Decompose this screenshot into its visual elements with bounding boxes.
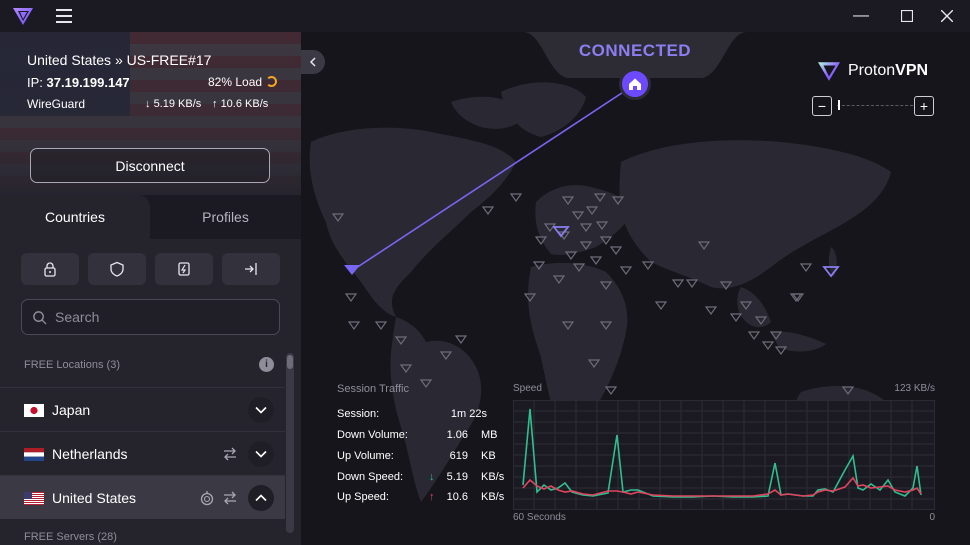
scrollbar-thumb[interactable] [287, 355, 293, 369]
speed-chart-x-left: 60 Seconds [513, 512, 566, 523]
upload-value: 10.6 KB/s [220, 98, 269, 110]
download-value: 5.19 KB/s [153, 98, 202, 110]
load-ring-icon [266, 76, 278, 87]
zoom-slider[interactable] [837, 105, 913, 107]
flag-nl [24, 448, 44, 461]
arrow-up-icon: ↑ [212, 98, 218, 110]
load-label: 82% Load [208, 75, 263, 89]
lock-icon [44, 262, 56, 277]
split-tunnel-icon [245, 263, 257, 275]
free-locations-header: FREE Locations (3) [24, 359, 120, 371]
tab-bar: Countries Profiles [0, 195, 301, 239]
chevron-down-icon[interactable] [248, 397, 274, 423]
app-window: — United States » US-FREE#17 IP: 37.19.1… [0, 0, 970, 545]
search-icon [33, 310, 47, 325]
proton-vpn-logo: ProtonVPN [816, 60, 928, 82]
tor-icon [200, 491, 214, 506]
down-volume-unit: MB [481, 429, 498, 441]
p2p-filter-button[interactable] [155, 253, 213, 285]
down-volume-label: Down Volume: [337, 429, 408, 441]
up-speed-value: 10.6 [446, 491, 468, 503]
collapse-sidebar-button[interactable] [301, 50, 325, 74]
netshield-filter-button[interactable] [88, 253, 146, 285]
down-speed-label: Down Speed: [337, 471, 404, 483]
session-value: 1m 22s [450, 408, 487, 420]
country-row-netherlands[interactable]: Netherlands [0, 431, 285, 475]
tor-filter-button[interactable] [222, 253, 280, 285]
disconnect-button[interactable]: Disconnect [30, 148, 270, 183]
up-speed-label: Up Speed: [337, 491, 389, 503]
connection-card: United States » US-FREE#17 IP: 37.19.199… [0, 32, 301, 195]
country-row-united-states[interactable]: United States [0, 475, 285, 519]
flag-jp [24, 404, 44, 417]
info-icon[interactable]: i [259, 357, 274, 372]
country-name: Netherlands [52, 446, 128, 462]
search-input[interactable]: Search [21, 299, 280, 335]
brand-name: ProtonVPN [848, 62, 928, 80]
brand-proton: Proton [848, 62, 896, 79]
secure-core-filter-button[interactable] [21, 253, 79, 285]
zoom-out-button[interactable]: − [812, 96, 832, 116]
home-marker-icon[interactable] [619, 68, 651, 100]
shield-icon [110, 261, 124, 277]
flag-us [24, 492, 44, 505]
torrent-icon [178, 262, 190, 276]
up-volume-label: Up Volume: [337, 450, 394, 462]
minimize-icon[interactable]: — [838, 0, 884, 32]
arrow-down-icon: ↓ [145, 98, 151, 110]
download-speed: ↓ 5.19 KB/s [145, 98, 201, 110]
zoom-slider-handle[interactable] [838, 100, 840, 110]
down-speed-unit: KB/s [481, 471, 505, 483]
country-name: Japan [52, 402, 91, 418]
up-volume-unit: KB [481, 450, 496, 462]
menu-icon[interactable] [56, 9, 72, 23]
ip-label: IP: [27, 75, 43, 90]
scrollbar[interactable] [286, 353, 294, 533]
close-icon[interactable] [924, 0, 970, 32]
protocol-label: WireGuard [27, 97, 86, 111]
server-load: 82% Load [208, 75, 278, 89]
up-volume-value: 619 [449, 450, 468, 462]
down-speed-value: 5.19 [446, 471, 468, 483]
up-speed-unit: KB/s [481, 491, 505, 503]
zoom-in-button[interactable]: + [914, 96, 934, 116]
p2p-icon [224, 447, 236, 461]
proton-logo-icon [13, 8, 33, 25]
chevron-left-icon [309, 57, 316, 67]
country-name: United States [52, 490, 137, 506]
country-row-japan[interactable]: Japan [0, 387, 285, 431]
speed-chart [513, 400, 935, 510]
free-servers-header: FREE Servers (28) [24, 531, 117, 543]
brand-vpn: VPN [895, 62, 929, 79]
session-traffic-title: Session Traffic [337, 383, 409, 395]
speed-chart-x-right: 0 [929, 512, 935, 523]
proton-logo-icon [818, 62, 840, 81]
sidebar-panel: United States » US-FREE#17 IP: 37.19.199… [0, 32, 301, 545]
map-panel: CONNECTED ProtonVPN − + Session Traffic … [301, 32, 970, 545]
ip-value: 37.19.199.147 [46, 75, 130, 90]
down-volume-value: 1.06 [446, 429, 468, 441]
p2p-icon [224, 491, 236, 505]
server-name: United States » US-FREE#17 [27, 52, 212, 68]
upload-speed: ↑ 10.6 KB/s [212, 98, 268, 110]
ip-address: IP: 37.19.199.147 [27, 75, 130, 90]
connection-status: CONNECTED [578, 41, 692, 60]
tab-profiles[interactable]: Profiles [150, 195, 301, 239]
speed-chart-title: Speed [513, 383, 542, 394]
session-label: Session: [337, 408, 380, 420]
chevron-up-icon[interactable] [248, 485, 274, 511]
title-bar: — [0, 0, 970, 32]
chevron-down-icon[interactable] [248, 441, 274, 467]
search-placeholder: Search [55, 309, 100, 325]
speed-chart-max: 123 KB/s [894, 383, 935, 394]
tab-countries[interactable]: Countries [0, 195, 150, 239]
